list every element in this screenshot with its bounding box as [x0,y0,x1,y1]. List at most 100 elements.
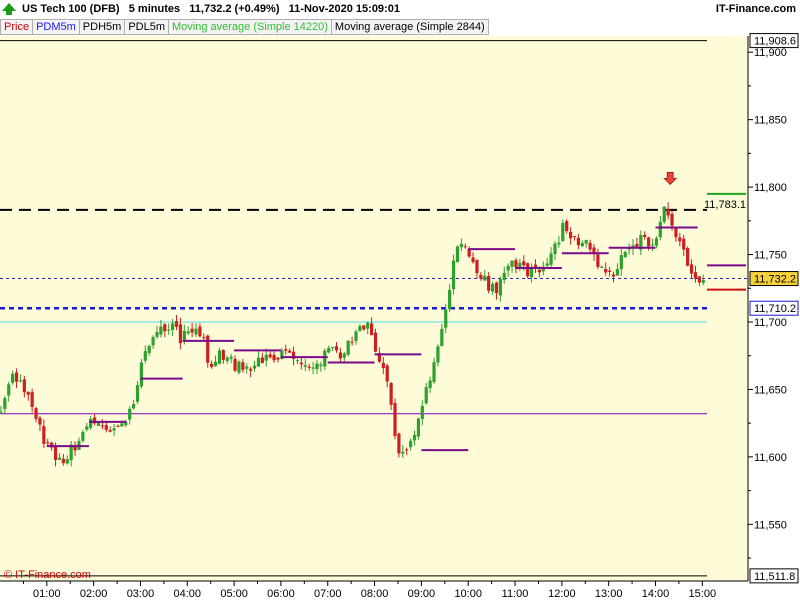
candle-body [604,268,608,273]
session-low-label-text: 11,511.8 [754,571,795,583]
candle-body [354,331,358,342]
candle-body [381,362,385,369]
candle-body [163,324,167,332]
brand-label: IT-Finance.com [715,3,796,15]
candle-body [650,244,655,246]
y-tick-label: 11,800 [754,182,787,194]
y-tick-label: 11,600 [754,452,787,464]
chart-header: US Tech 100 (DFB) 5 minutes 11,732.2 (+0… [0,0,800,19]
x-tick-label: 01:00 [33,588,61,600]
candle-body [366,322,370,329]
candle-body [643,234,647,238]
candle-body [385,365,389,382]
candle-body [678,237,682,242]
candle-body [455,246,460,263]
x-tick-label: 10:00 [454,588,482,600]
candle-body [662,206,666,222]
candle-body [420,406,424,419]
candle-body [412,434,417,441]
candle-body [186,331,190,334]
candle-body [198,326,202,337]
candle-body [57,457,62,460]
candle-body [350,341,354,343]
candle-body [471,257,475,263]
candle-body [159,326,163,335]
copyright-text: © IT-Finance.com [4,569,91,581]
price-chart[interactable]: 11,550 11,600 11,650 11,700 11,750 11,800 11,8… [0,0,800,600]
legend-tab-ma-2844[interactable]: Moving average (Simple 2844) [331,19,489,35]
candle-body [112,428,116,431]
candle-body [81,432,85,441]
x-tick-label: 03:00 [127,588,155,600]
candle-body [401,451,405,454]
y-tick-label: 11,650 [754,384,787,396]
candle-body [448,289,452,310]
candle-body [100,425,104,427]
x-tick-label: 08:00 [361,588,389,600]
candle-body [409,440,413,448]
candle-body [600,266,604,268]
candle-body [498,279,502,296]
candle-body [264,354,268,361]
legend-tab-pdl[interactable]: PDL5m [125,19,169,35]
legend-tab-price[interactable]: Price [0,19,34,35]
candle-body [553,243,557,255]
candle-body [647,237,651,247]
candle-body [537,269,541,273]
legend-tab-pdh[interactable]: PDH5m [79,19,126,35]
candle-body [526,263,530,277]
candle-body [151,337,155,346]
x-tick-label: 11:00 [502,588,529,600]
y-tick-label: 11,550 [754,519,787,531]
candle-body [229,356,233,359]
instrument-title: US Tech 100 (DFB) 5 minutes 11,732.2 (+0… [22,3,400,15]
candle-body [249,368,253,371]
candle-body [576,237,580,246]
candle-body [217,350,222,364]
candle-body [682,238,686,250]
candle-body [334,346,339,351]
candle-body [518,262,522,268]
candle-body [615,269,620,276]
candle-body [483,275,487,281]
y-tick-label: 11,750 [754,250,787,262]
x-tick-label: 06:00 [267,588,295,600]
candle-body [233,358,237,371]
candle-body [237,361,241,373]
candle-body [147,345,151,353]
candle-body [284,349,288,351]
y-tick-label: 11,850 [754,115,787,127]
candle-body [479,274,483,279]
candle-body [245,366,249,369]
candle-body [358,325,362,332]
candle-body [85,426,89,430]
candle-body [393,402,397,436]
candle-body [11,373,15,383]
candle-body [580,243,584,247]
candle-body [689,264,694,274]
candle-body [475,259,479,274]
candle-body [319,364,323,367]
candle-body [128,408,132,420]
price-direction-icon [2,3,16,15]
candle-body [490,284,495,292]
candle-body [424,387,428,404]
candle-body [487,276,491,291]
candle-body [436,346,440,363]
legend-tab-ma-14220[interactable]: Moving average (Simple 14220) [169,19,332,35]
candle-body [116,426,120,428]
candle-body [38,417,42,425]
candle-body [444,309,448,328]
candle-body [522,261,526,266]
candle-body [210,363,214,368]
x-tick-label: 09:00 [408,588,436,600]
candle-body [3,398,7,410]
candle-body [7,384,11,396]
legend-tab-pdm[interactable]: PDM5m [33,19,80,35]
x-tick-label: 14:00 [642,588,670,600]
indicator-legend: Price PDM5m PDH5m PDL5m Moving average (… [0,19,489,35]
candle-body [440,328,444,347]
candle-body [686,248,690,266]
candle-body [272,354,276,361]
candle-body [428,380,432,388]
